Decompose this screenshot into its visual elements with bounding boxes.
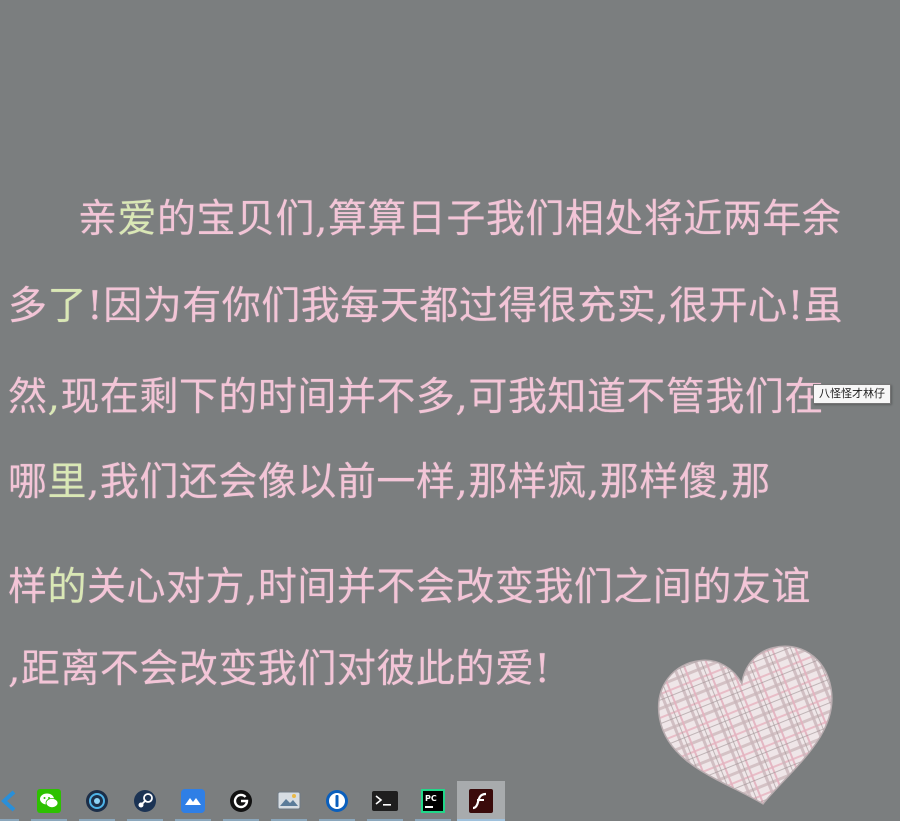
taskbar-steam[interactable] (121, 781, 169, 821)
poem-line-4-text: ,我们还会像以前一样,那样疯,那样傻,那 (87, 460, 771, 505)
poem-line-3: 然,现在剩下的时间并不多,可我知道不管我们在 (8, 366, 824, 422)
poem-line-2: 多了!因为有你们我每天都过得很充实,很开心!虽 (8, 275, 843, 331)
password-manager-icon (326, 790, 348, 812)
taskbar: PC (0, 781, 900, 821)
taskbar-password-manager[interactable] (313, 781, 361, 821)
taskbar-shield-app[interactable] (73, 781, 121, 821)
taskbar-image-viewer[interactable] (265, 781, 313, 821)
logitech-g-icon (230, 790, 252, 812)
pycharm-icon: PC (421, 789, 445, 813)
terminal-icon (372, 791, 398, 811)
poem-line-1-text: 的宝贝们,算算日子我们相处将近两年余 (157, 197, 842, 242)
poem-line-4: 哪里,我们还会像以前一样,那样疯,那样傻,那 (8, 451, 771, 507)
poem-line-5-text: 关心对方,时间并不会改变我们之间的友谊 (87, 565, 811, 610)
poem-line-1-start: 亲 (78, 197, 118, 242)
poem-line-2-accent: 了 (47, 284, 88, 329)
poem-line-2-text: !因为有你们我每天都过得很充实,很开心!虽 (87, 284, 844, 329)
poem-line-5-accent: 的 (47, 565, 88, 610)
wechat-icon (37, 789, 61, 813)
poem-line-5: 样的关心对方,时间并不会改变我们之间的友谊 (8, 556, 811, 612)
taskbar-flash[interactable] (457, 781, 505, 821)
vscode-icon (1, 790, 16, 812)
shield-app-icon (86, 790, 108, 812)
cloud-app-icon (181, 789, 205, 813)
poem-line-3-text: 现在剩下的时间并不多,可我知道不管我们在 (60, 375, 824, 420)
poem-line-1-accent: 爱 (117, 197, 158, 242)
poem-line-6: ,距离不会改变我们对彼此的爱! (8, 638, 551, 694)
taskbar-logitech-g[interactable] (217, 781, 265, 821)
poem-line-5-start: 样 (8, 565, 48, 610)
taskbar-wechat[interactable] (25, 781, 73, 821)
taskbar-pycharm[interactable]: PC (409, 781, 457, 821)
flash-icon (469, 789, 493, 813)
poem-line-2-start: 多 (8, 284, 48, 329)
image-viewer-icon (277, 791, 301, 810)
poem-line-3-start: 然 (8, 375, 48, 420)
poem-line-3-accent: , (47, 375, 61, 420)
taskbar-cloud-app[interactable] (169, 781, 217, 821)
taskbar-vscode[interactable] (0, 781, 25, 821)
taskbar-tooltip: 八怪怪才林仔 (813, 384, 891, 404)
steam-icon (134, 790, 156, 812)
poem-line-4-start: 哪 (8, 460, 48, 505)
poem-line-6-text: ,距离不会改变我们对彼此的爱! (8, 647, 551, 692)
poem-line-4-accent: 里 (47, 460, 88, 505)
poem-line-1: 亲爱的宝贝们,算算日子我们相处将近两年余 (78, 188, 841, 244)
svg-text:PC: PC (425, 794, 437, 803)
taskbar-terminal[interactable] (361, 781, 409, 821)
